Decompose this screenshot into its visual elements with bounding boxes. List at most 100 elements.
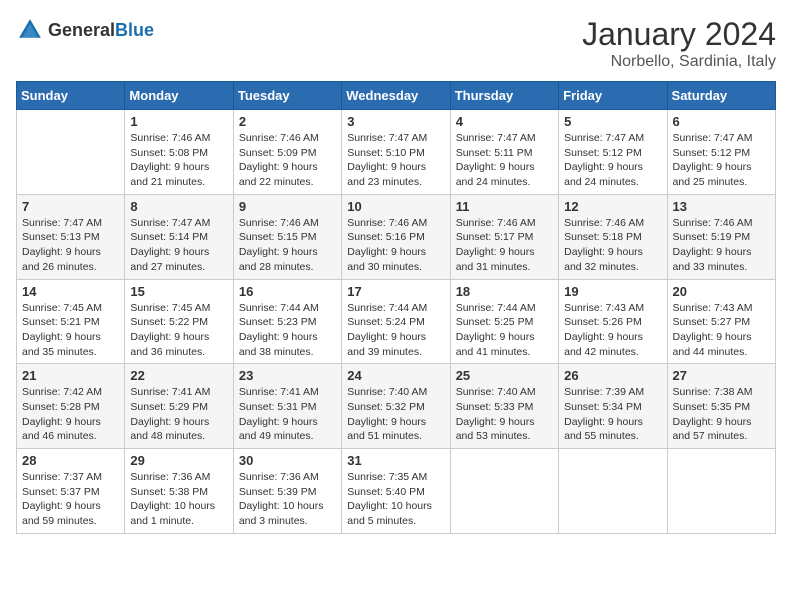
day-number: 5 bbox=[564, 114, 661, 129]
day-number: 4 bbox=[456, 114, 553, 129]
day-number: 12 bbox=[564, 199, 661, 214]
calendar-cell: 7 Sunrise: 7:47 AMSunset: 5:13 PMDaylight… bbox=[17, 194, 125, 279]
calendar-cell: 29 Sunrise: 7:36 AMSunset: 5:38 PMDayligh… bbox=[125, 449, 233, 534]
calendar-cell: 14 Sunrise: 7:45 AMSunset: 5:21 PMDayligh… bbox=[17, 279, 125, 364]
day-info: Sunrise: 7:46 AMSunset: 5:19 PMDaylight:… bbox=[673, 216, 770, 275]
day-info: Sunrise: 7:35 AMSunset: 5:40 PMDaylight:… bbox=[347, 470, 444, 529]
day-number: 2 bbox=[239, 114, 336, 129]
day-info: Sunrise: 7:45 AMSunset: 5:21 PMDaylight:… bbox=[22, 301, 119, 360]
calendar-cell: 30 Sunrise: 7:36 AMSunset: 5:39 PMDayligh… bbox=[233, 449, 341, 534]
title-area: January 2024 Norbello, Sardinia, Italy bbox=[582, 16, 776, 71]
day-number: 20 bbox=[673, 284, 770, 299]
calendar-cell: 11Sunrise: 7:46 AMSunset: 5:17 PMDayligh… bbox=[450, 194, 558, 279]
day-number: 30 bbox=[239, 453, 336, 468]
day-info: Sunrise: 7:37 AMSunset: 5:37 PMDaylight:… bbox=[22, 470, 119, 529]
calendar-cell: 3Sunrise: 7:47 AMSunset: 5:10 PMDaylight… bbox=[342, 110, 450, 195]
day-number: 10 bbox=[347, 199, 444, 214]
calendar-table: SundayMondayTuesdayWednesdayThursdayFrid… bbox=[16, 81, 776, 534]
calendar-cell: 22 Sunrise: 7:41 AMSunset: 5:29 PMDayligh… bbox=[125, 364, 233, 449]
weekday-header-tuesday: Tuesday bbox=[233, 82, 341, 110]
day-info: Sunrise: 7:41 AMSunset: 5:29 PMDaylight:… bbox=[130, 385, 227, 444]
day-info: Sunrise: 7:47 AMSunset: 5:12 PMDaylight:… bbox=[673, 131, 770, 190]
calendar-cell: 2 Sunrise: 7:46 AMSunset: 5:09 PMDaylight… bbox=[233, 110, 341, 195]
day-info: Sunrise: 7:47 AMSunset: 5:10 PMDaylight:… bbox=[347, 131, 444, 190]
day-number: 14 bbox=[22, 284, 119, 299]
day-info: Sunrise: 7:43 AMSunset: 5:27 PMDaylight:… bbox=[673, 301, 770, 360]
day-number: 22 bbox=[130, 368, 227, 383]
day-number: 16 bbox=[239, 284, 336, 299]
calendar-cell: 8 Sunrise: 7:47 AMSunset: 5:14 PMDaylight… bbox=[125, 194, 233, 279]
day-info: Sunrise: 7:47 AMSunset: 5:13 PMDaylight:… bbox=[22, 216, 119, 275]
day-info: Sunrise: 7:40 AMSunset: 5:33 PMDaylight:… bbox=[456, 385, 553, 444]
day-info: Sunrise: 7:47 AMSunset: 5:14 PMDaylight:… bbox=[130, 216, 227, 275]
day-info: Sunrise: 7:44 AMSunset: 5:24 PMDaylight:… bbox=[347, 301, 444, 360]
calendar-cell: 21Sunrise: 7:42 AMSunset: 5:28 PMDayligh… bbox=[17, 364, 125, 449]
day-info: Sunrise: 7:36 AMSunset: 5:38 PMDaylight:… bbox=[130, 470, 227, 529]
day-info: Sunrise: 7:39 AMSunset: 5:34 PMDaylight:… bbox=[564, 385, 661, 444]
calendar-cell: 20 Sunrise: 7:43 AMSunset: 5:27 PMDayligh… bbox=[667, 279, 775, 364]
day-number: 18 bbox=[456, 284, 553, 299]
weekday-header-friday: Friday bbox=[559, 82, 667, 110]
day-info: Sunrise: 7:45 AMSunset: 5:22 PMDaylight:… bbox=[130, 301, 227, 360]
day-info: Sunrise: 7:46 AMSunset: 5:18 PMDaylight:… bbox=[564, 216, 661, 275]
week-row-1: 7 Sunrise: 7:47 AMSunset: 5:13 PMDaylight… bbox=[17, 194, 776, 279]
calendar-cell: 4 Sunrise: 7:47 AMSunset: 5:11 PMDaylight… bbox=[450, 110, 558, 195]
day-number: 31 bbox=[347, 453, 444, 468]
calendar-cell bbox=[17, 110, 125, 195]
calendar-cell: 10 Sunrise: 7:46 AMSunset: 5:16 PMDayligh… bbox=[342, 194, 450, 279]
day-info: Sunrise: 7:38 AMSunset: 5:35 PMDaylight:… bbox=[673, 385, 770, 444]
day-number: 21 bbox=[22, 368, 119, 383]
calendar-cell: 17 Sunrise: 7:44 AMSunset: 5:24 PMDayligh… bbox=[342, 279, 450, 364]
calendar-cell: 5Sunrise: 7:47 AMSunset: 5:12 PMDaylight… bbox=[559, 110, 667, 195]
weekday-header-saturday: Saturday bbox=[667, 82, 775, 110]
day-info: Sunrise: 7:47 AMSunset: 5:11 PMDaylight:… bbox=[456, 131, 553, 190]
day-info: Sunrise: 7:40 AMSunset: 5:32 PMDaylight:… bbox=[347, 385, 444, 444]
calendar-cell: 27 Sunrise: 7:38 AMSunset: 5:35 PMDayligh… bbox=[667, 364, 775, 449]
day-info: Sunrise: 7:36 AMSunset: 5:39 PMDaylight:… bbox=[239, 470, 336, 529]
calendar-cell: 28 Sunrise: 7:37 AMSunset: 5:37 PMDayligh… bbox=[17, 449, 125, 534]
week-row-3: 21Sunrise: 7:42 AMSunset: 5:28 PMDayligh… bbox=[17, 364, 776, 449]
day-number: 7 bbox=[22, 199, 119, 214]
calendar-cell bbox=[559, 449, 667, 534]
day-number: 17 bbox=[347, 284, 444, 299]
calendar-cell bbox=[450, 449, 558, 534]
calendar-cell: 26 Sunrise: 7:39 AMSunset: 5:34 PMDayligh… bbox=[559, 364, 667, 449]
calendar-cell: 19Sunrise: 7:43 AMSunset: 5:26 PMDayligh… bbox=[559, 279, 667, 364]
logo-text-general: General bbox=[48, 20, 115, 40]
calendar-cell: 1Sunrise: 7:46 AMSunset: 5:08 PMDaylight… bbox=[125, 110, 233, 195]
day-number: 26 bbox=[564, 368, 661, 383]
day-number: 27 bbox=[673, 368, 770, 383]
calendar-cell: 23 Sunrise: 7:41 AMSunset: 5:31 PMDayligh… bbox=[233, 364, 341, 449]
day-number: 23 bbox=[239, 368, 336, 383]
weekday-header-wednesday: Wednesday bbox=[342, 82, 450, 110]
day-number: 1 bbox=[130, 114, 227, 129]
day-number: 6 bbox=[673, 114, 770, 129]
logo: GeneralBlue bbox=[16, 16, 154, 44]
calendar-cell: 24Sunrise: 7:40 AMSunset: 5:32 PMDayligh… bbox=[342, 364, 450, 449]
location-title: Norbello, Sardinia, Italy bbox=[582, 53, 776, 71]
day-info: Sunrise: 7:41 AMSunset: 5:31 PMDaylight:… bbox=[239, 385, 336, 444]
month-title: January 2024 bbox=[582, 16, 776, 53]
calendar-cell: 16Sunrise: 7:44 AMSunset: 5:23 PMDayligh… bbox=[233, 279, 341, 364]
week-row-4: 28 Sunrise: 7:37 AMSunset: 5:37 PMDayligh… bbox=[17, 449, 776, 534]
day-number: 29 bbox=[130, 453, 227, 468]
calendar-cell: 18 Sunrise: 7:44 AMSunset: 5:25 PMDayligh… bbox=[450, 279, 558, 364]
day-info: Sunrise: 7:46 AMSunset: 5:09 PMDaylight:… bbox=[239, 131, 336, 190]
calendar-cell: 6 Sunrise: 7:47 AMSunset: 5:12 PMDaylight… bbox=[667, 110, 775, 195]
day-number: 28 bbox=[22, 453, 119, 468]
calendar-cell: 25 Sunrise: 7:40 AMSunset: 5:33 PMDayligh… bbox=[450, 364, 558, 449]
logo-text-blue: Blue bbox=[115, 20, 154, 40]
day-info: Sunrise: 7:44 AMSunset: 5:25 PMDaylight:… bbox=[456, 301, 553, 360]
day-info: Sunrise: 7:43 AMSunset: 5:26 PMDaylight:… bbox=[564, 301, 661, 360]
weekday-header-sunday: Sunday bbox=[17, 82, 125, 110]
day-number: 8 bbox=[130, 199, 227, 214]
day-info: Sunrise: 7:46 AMSunset: 5:17 PMDaylight:… bbox=[456, 216, 553, 275]
calendar-cell: 12 Sunrise: 7:46 AMSunset: 5:18 PMDayligh… bbox=[559, 194, 667, 279]
weekday-header-thursday: Thursday bbox=[450, 82, 558, 110]
day-info: Sunrise: 7:46 AMSunset: 5:16 PMDaylight:… bbox=[347, 216, 444, 275]
header: GeneralBlue January 2024 Norbello, Sardi… bbox=[16, 16, 776, 71]
calendar-cell: 31 Sunrise: 7:35 AMSunset: 5:40 PMDayligh… bbox=[342, 449, 450, 534]
calendar-cell bbox=[667, 449, 775, 534]
day-number: 25 bbox=[456, 368, 553, 383]
calendar-cell: 13Sunrise: 7:46 AMSunset: 5:19 PMDayligh… bbox=[667, 194, 775, 279]
